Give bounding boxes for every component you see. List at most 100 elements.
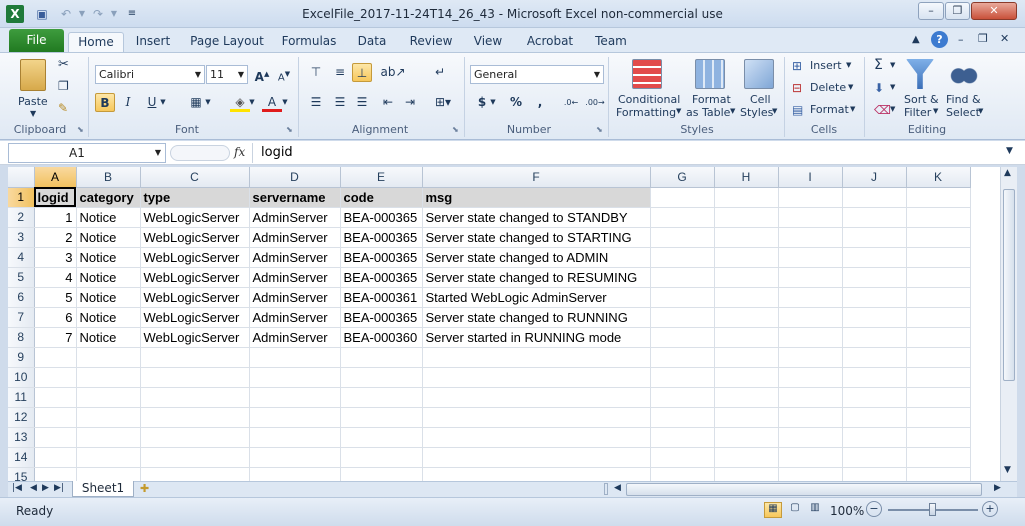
cell-e10[interactable] xyxy=(340,367,423,388)
format-as-table-icon[interactable] xyxy=(695,59,725,89)
tab-home[interactable]: Home xyxy=(68,32,124,52)
cell-h12[interactable] xyxy=(714,407,779,428)
expand-formula-bar-icon[interactable]: ▼ xyxy=(1006,146,1013,156)
cell-a8[interactable]: 7 xyxy=(34,327,77,348)
shrink-font-icon[interactable]: A▼ xyxy=(274,65,294,84)
cell-i12[interactable] xyxy=(778,407,843,428)
cell-i6[interactable] xyxy=(778,287,843,308)
cell-f11[interactable] xyxy=(422,387,651,408)
cell-h6[interactable] xyxy=(714,287,779,308)
cell-i7[interactable] xyxy=(778,307,843,328)
fill-icon[interactable]: ⬇ xyxy=(874,81,884,95)
cut-icon[interactable]: ✂ xyxy=(58,57,69,72)
font-color-dropdown-icon[interactable]: ▼ xyxy=(280,93,290,112)
chevron-down-icon[interactable]: ▼ xyxy=(850,105,855,113)
cell-f1[interactable]: msg xyxy=(422,187,651,208)
binoculars-icon[interactable] xyxy=(950,59,978,87)
cell-g5[interactable] xyxy=(650,267,715,288)
cell-f13[interactable] xyxy=(422,427,651,448)
cell-k2[interactable] xyxy=(906,207,971,228)
help-icon[interactable]: ? xyxy=(931,31,948,48)
minimize-button[interactable]: – xyxy=(918,2,944,20)
cell-styles-button[interactable]: Cell xyxy=(750,93,771,106)
number-format-select[interactable]: General ▼ xyxy=(470,65,604,84)
cell-k12[interactable] xyxy=(906,407,971,428)
column-header-d[interactable]: D xyxy=(249,167,341,188)
insert-function-icon[interactable]: fx xyxy=(234,145,245,159)
cell-b3[interactable]: Notice xyxy=(76,227,141,248)
cell-j6[interactable] xyxy=(842,287,907,308)
doc-restore-icon[interactable]: ❐ xyxy=(978,32,988,45)
cell-j11[interactable] xyxy=(842,387,907,408)
cell-k15[interactable] xyxy=(906,467,971,481)
increase-indent-icon[interactable]: ⇥ xyxy=(400,93,420,112)
cell-g14[interactable] xyxy=(650,447,715,468)
cell-c10[interactable] xyxy=(140,367,250,388)
cell-c6[interactable]: WebLogicServer xyxy=(140,287,250,308)
cell-b2[interactable]: Notice xyxy=(76,207,141,228)
row-header[interactable]: 12 xyxy=(8,407,35,428)
scroll-thumb[interactable] xyxy=(1003,189,1015,381)
cell-g4[interactable] xyxy=(650,247,715,268)
font-launcher-icon[interactable]: ⬊ xyxy=(286,125,293,134)
cell-a12[interactable] xyxy=(34,407,77,428)
cell-b8[interactable]: Notice xyxy=(76,327,141,348)
row-header[interactable]: 11 xyxy=(8,387,35,408)
cell-d3[interactable]: AdminServer xyxy=(249,227,341,248)
cell-b10[interactable] xyxy=(76,367,141,388)
page-break-view-icon[interactable]: ▥ xyxy=(806,502,824,518)
scroll-up-icon[interactable]: ▲ xyxy=(1004,168,1011,178)
insert-sheet-icon[interactable]: ✚ xyxy=(140,482,149,495)
hscroll-left-icon[interactable]: ◀ xyxy=(614,483,621,493)
align-bottom-icon[interactable]: ⊥ xyxy=(352,63,372,82)
cell-h10[interactable] xyxy=(714,367,779,388)
increase-decimal-icon[interactable]: .0← xyxy=(560,93,582,112)
restore-button[interactable]: ❐ xyxy=(945,2,970,20)
cell-k13[interactable] xyxy=(906,427,971,448)
cell-h4[interactable] xyxy=(714,247,779,268)
page-layout-view-icon[interactable]: ▢ xyxy=(786,502,804,518)
tab-view[interactable]: View xyxy=(468,32,508,52)
align-top-icon[interactable]: ⊤ xyxy=(306,63,326,82)
doc-minimize-icon[interactable]: – xyxy=(958,33,964,46)
cell-d5[interactable]: AdminServer xyxy=(249,267,341,288)
alignment-launcher-icon[interactable]: ⬊ xyxy=(452,125,459,134)
zoom-out-icon[interactable]: − xyxy=(866,501,882,517)
cell-k9[interactable] xyxy=(906,347,971,368)
cell-b12[interactable] xyxy=(76,407,141,428)
find-select-label-2[interactable]: Select xyxy=(946,106,980,119)
format-as-table-button[interactable]: Format xyxy=(692,93,731,106)
cell-c7[interactable]: WebLogicServer xyxy=(140,307,250,328)
cell-i15[interactable] xyxy=(778,467,843,481)
cell-a6[interactable]: 5 xyxy=(34,287,77,308)
cell-d7[interactable]: AdminServer xyxy=(249,307,341,328)
cell-b14[interactable] xyxy=(76,447,141,468)
row-header[interactable]: 14 xyxy=(8,447,35,468)
cell-e5[interactable]: BEA-000365 xyxy=(340,267,423,288)
wrap-text-icon[interactable]: ↵ xyxy=(430,63,450,82)
cell-j1[interactable] xyxy=(842,187,907,208)
column-header-c[interactable]: C xyxy=(140,167,250,188)
delete-cells-icon[interactable]: ⊟ xyxy=(792,81,802,95)
chevron-down-icon[interactable]: ▼ xyxy=(933,107,938,115)
cell-c3[interactable]: WebLogicServer xyxy=(140,227,250,248)
column-header-j[interactable]: J xyxy=(842,167,907,188)
cell-h3[interactable] xyxy=(714,227,779,248)
tab-team[interactable]: Team xyxy=(590,32,632,52)
cell-j14[interactable] xyxy=(842,447,907,468)
cell-k7[interactable] xyxy=(906,307,971,328)
conditional-formatting-icon[interactable] xyxy=(632,59,662,89)
cell-b4[interactable]: Notice xyxy=(76,247,141,268)
cell-k1[interactable] xyxy=(906,187,971,208)
cell-d4[interactable]: AdminServer xyxy=(249,247,341,268)
cell-b6[interactable]: Notice xyxy=(76,287,141,308)
cell-i2[interactable] xyxy=(778,207,843,228)
cell-a14[interactable] xyxy=(34,447,77,468)
row-header[interactable]: 3 xyxy=(8,227,35,248)
cell-d8[interactable]: AdminServer xyxy=(249,327,341,348)
cell-f4[interactable]: Server state changed to ADMIN xyxy=(422,247,651,268)
cell-i10[interactable] xyxy=(778,367,843,388)
cell-h7[interactable] xyxy=(714,307,779,328)
cell-c12[interactable] xyxy=(140,407,250,428)
cell-g12[interactable] xyxy=(650,407,715,428)
